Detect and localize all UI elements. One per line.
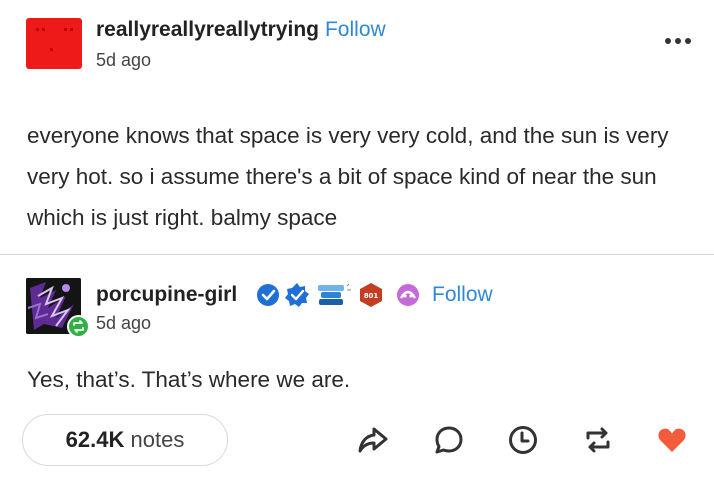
schedule-icon[interactable] — [507, 424, 539, 456]
notes-button[interactable]: 62.4K notes — [22, 414, 228, 466]
reblog-username-link[interactable]: porcupine-girl — [96, 283, 237, 307]
notes-count: 62.4K — [65, 427, 125, 452]
reply-icon[interactable] — [433, 424, 465, 456]
reblog-timestamp[interactable]: 5d ago — [96, 313, 151, 334]
purple-badge-icon — [397, 284, 419, 306]
username-link[interactable]: reallyreallyreallytrying — [96, 18, 319, 41]
sparkle-badge-icon — [318, 283, 351, 305]
verified-badge-2-icon — [285, 283, 309, 307]
reblog-icon[interactable] — [582, 424, 614, 456]
share-icon[interactable] — [357, 424, 389, 456]
reblog-body: Yes, that’s. That’s where we are. — [27, 367, 351, 392]
post-body: everyone knows that space is very very c… — [27, 123, 669, 230]
follow-button[interactable]: Follow — [325, 18, 386, 41]
notes-label: notes — [130, 427, 185, 452]
like-icon[interactable] — [656, 424, 688, 456]
avatar-reallyreallyreallytrying[interactable] — [26, 18, 82, 69]
divider — [0, 254, 714, 255]
reblog-badge-icon — [67, 315, 90, 338]
hex-badge-icon: 801 — [360, 283, 382, 307]
user-badges: 801 — [257, 282, 427, 308]
svg-text:801: 801 — [364, 292, 379, 300]
post-header: reallyreallyreallytrying Follow — [96, 18, 386, 42]
more-options-icon[interactable] — [665, 38, 691, 46]
reblog-follow-button[interactable]: Follow — [432, 283, 493, 307]
post-timestamp[interactable]: 5d ago — [96, 50, 151, 71]
verified-badge-icon — [257, 284, 279, 306]
